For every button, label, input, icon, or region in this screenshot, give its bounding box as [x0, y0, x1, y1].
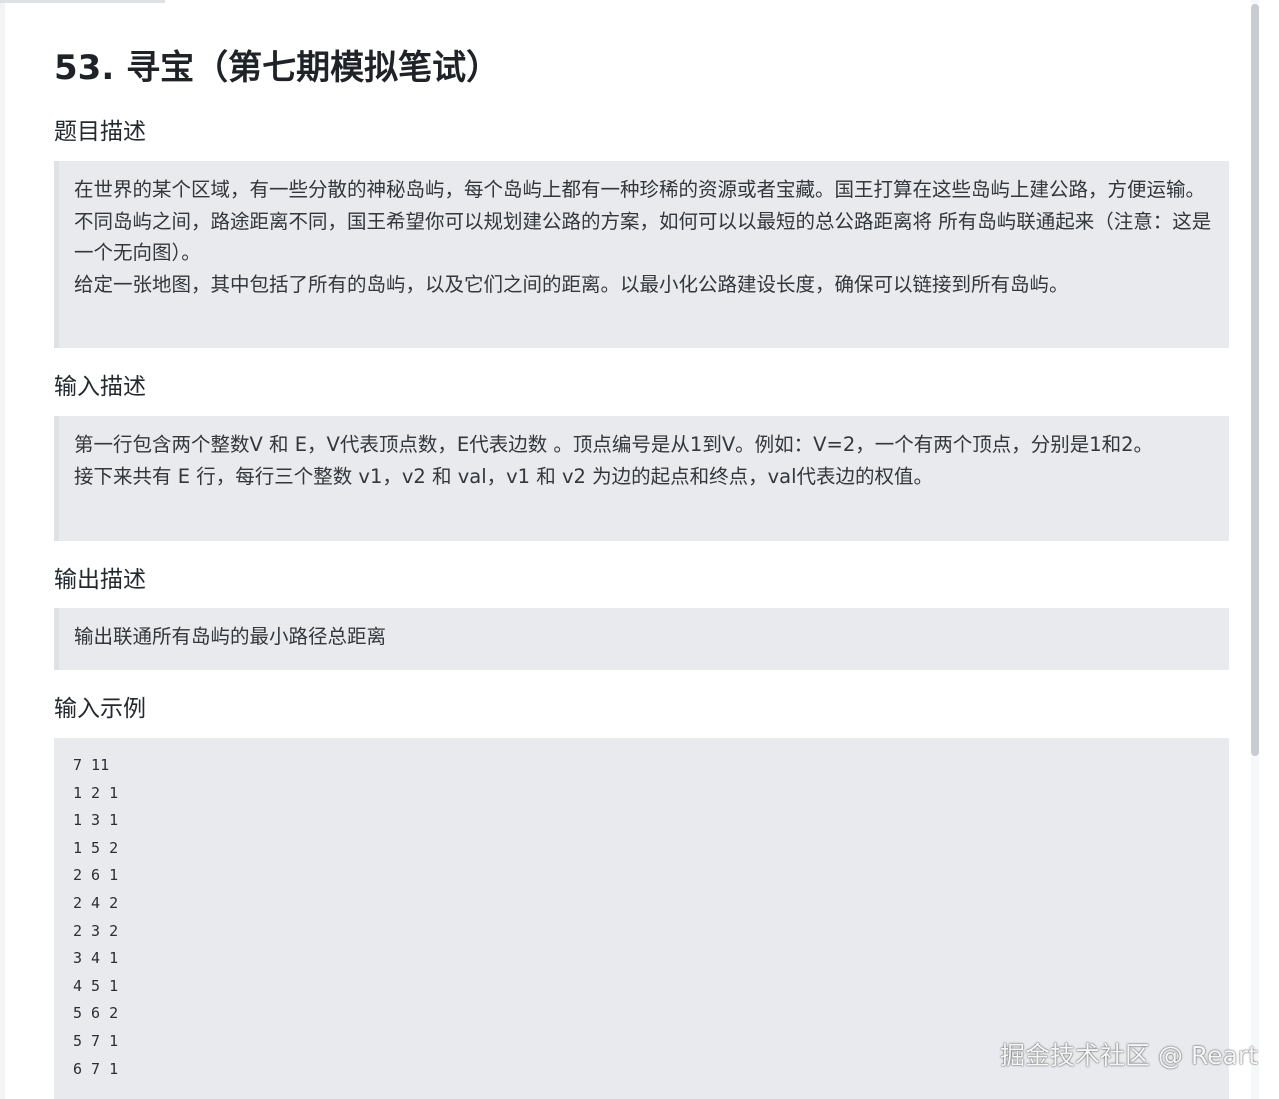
page-title: 53. 寻宝（第七期模拟笔试）	[54, 48, 501, 88]
code-line: 1 5 2	[73, 838, 119, 857]
code-line: 1 3 1	[73, 811, 119, 830]
problem-heading: 题目描述	[54, 119, 146, 145]
code-line: 2 6 1	[73, 866, 119, 885]
problem-paragraph: 不同岛屿之间，路途距离不同，国王希望你可以规划建公路的方案，如何可以以最短的总公…	[74, 209, 1212, 265]
input-heading: 输入描述	[54, 374, 146, 400]
input-paragraph: 第一行包含两个整数V 和 E，V代表顶点数，E代表边数 。顶点编号是从1到V。例…	[74, 433, 1154, 456]
code-line: 2 3 2	[73, 921, 119, 940]
code-line: 3 4 1	[73, 949, 119, 968]
code-line: 2 4 2	[73, 893, 119, 912]
output-heading: 输出描述	[54, 567, 146, 593]
code-line: 1 2 1	[73, 783, 119, 802]
code-line: 5 6 2	[73, 1004, 119, 1023]
left-edge	[0, 0, 5, 1099]
top-edge	[0, 0, 165, 3]
input-description: 第一行包含两个整数V 和 E，V代表顶点数，E代表边数 。顶点编号是从1到V。例…	[54, 416, 1229, 541]
watermark: 掘金技术社区 @ Reart	[1000, 1041, 1258, 1070]
code-line: 4 5 1	[73, 976, 119, 995]
scrollbar-thumb[interactable]	[1251, 4, 1259, 756]
code-line: 7 11	[73, 756, 110, 774]
input-paragraph: 接下来共有 E 行，每行三个整数 v1，v2 和 val，v1 和 v2 为边的…	[74, 464, 934, 488]
problem-description: 在世界的某个区域，有一些分散的神秘岛屿，每个岛屿上都有一种珍稀的资源或者宝藏。国…	[54, 161, 1229, 348]
output-paragraph: 输出联通所有岛屿的最小路径总距离	[74, 625, 387, 648]
problem-paragraph: 在世界的某个区域，有一些分散的神秘岛屿，每个岛屿上都有一种珍稀的资源或者宝藏。国…	[74, 178, 1206, 201]
example-heading: 输入示例	[54, 696, 146, 722]
output-description: 输出联通所有岛屿的最小路径总距离	[54, 608, 1229, 670]
problem-paragraph: 给定一张地图，其中包括了所有的岛屿，以及它们之间的距离。以最小化公路建设长度，确…	[74, 273, 1069, 297]
